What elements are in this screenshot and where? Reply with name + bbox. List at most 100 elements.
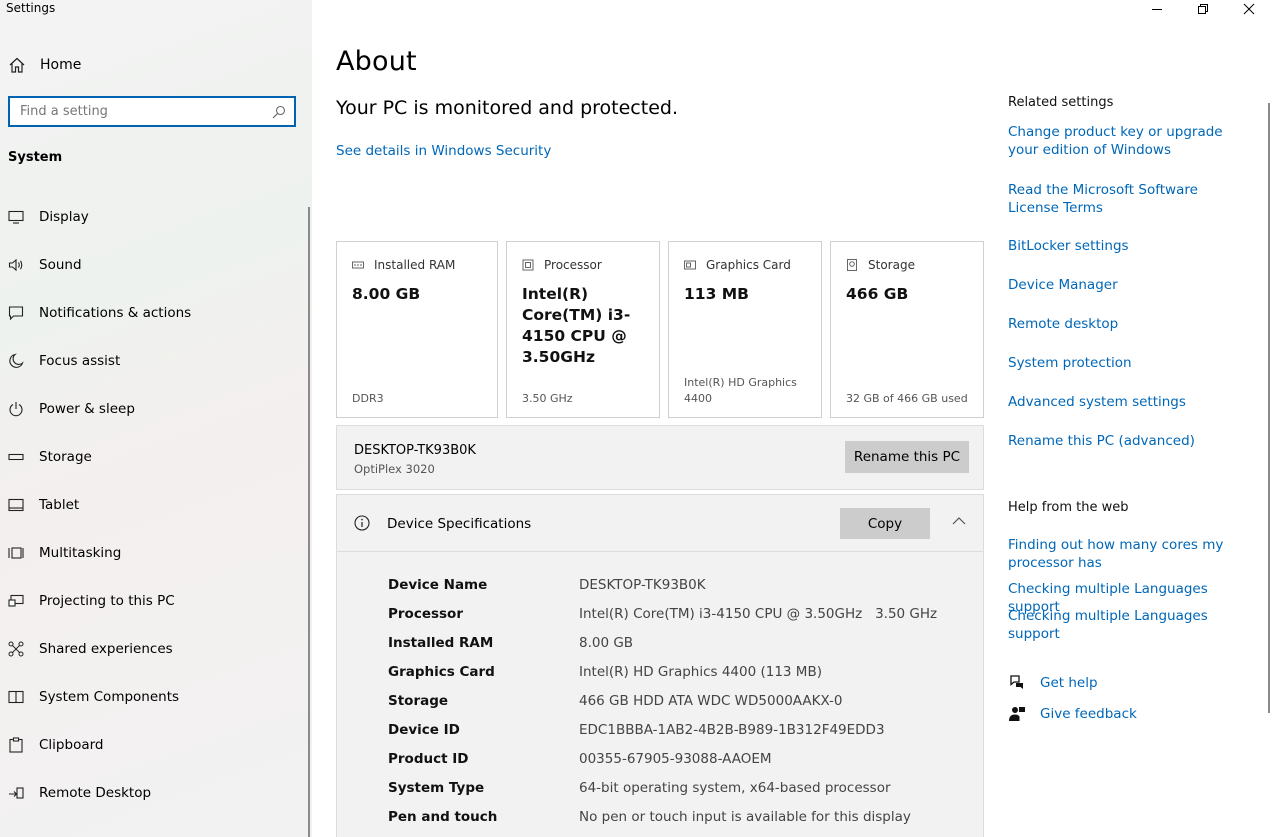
link-rename-pc-advanced[interactable]: Rename this PC (advanced) bbox=[1008, 432, 1253, 450]
search-input[interactable] bbox=[20, 104, 260, 119]
sidebar-item-remote-desktop[interactable]: Remote Desktop bbox=[0, 769, 312, 817]
pc-model: OptiPlex 3020 bbox=[354, 462, 435, 476]
card-value: 113 MB bbox=[684, 285, 749, 303]
link-device-manager[interactable]: Device Manager bbox=[1008, 276, 1253, 294]
sidebar-item-label: Multitasking bbox=[39, 545, 122, 561]
spec-value: 00355-67905-93088-AAOEM bbox=[579, 751, 772, 767]
shared-experiences-icon bbox=[8, 641, 24, 657]
card-value: 8.00 GB bbox=[352, 285, 421, 303]
link-languages-support-2[interactable]: Checking multiple Languages support bbox=[1008, 607, 1253, 643]
card-sub: 3.50 GHz bbox=[522, 392, 573, 405]
spec-value: 466 GB HDD ATA WDC WD5000AAKX-0 bbox=[579, 693, 843, 709]
minimize-button[interactable] bbox=[1134, 0, 1180, 18]
chevron-up-icon[interactable] bbox=[951, 513, 967, 529]
device-specifications-panel: Device Specifications Copy Device Name DE… bbox=[336, 494, 984, 837]
processor-icon bbox=[522, 259, 534, 271]
info-icon bbox=[354, 515, 370, 531]
close-button[interactable] bbox=[1226, 0, 1272, 18]
spec-value: Intel(R) HD Graphics 4400 (113 MB) bbox=[579, 664, 822, 680]
sidebar-item-focus-assist[interactable]: Focus assist bbox=[0, 337, 312, 385]
get-help-icon bbox=[1010, 675, 1023, 689]
card-sub: 32 GB of 466 GB used bbox=[846, 392, 968, 405]
card-value: 466 GB bbox=[846, 285, 909, 303]
graphics-card-icon bbox=[684, 260, 696, 270]
section-label-system: System bbox=[8, 150, 63, 165]
spec-value: 8.00 GB bbox=[579, 635, 634, 651]
sidebar-item-display[interactable]: Display bbox=[0, 193, 312, 241]
sidebar-item-label: Power & sleep bbox=[39, 401, 135, 417]
clipboard-icon bbox=[9, 737, 23, 753]
spec-row: Processor Intel(R) Core(TM) i3-4150 CPU @… bbox=[388, 606, 937, 635]
restore-button[interactable] bbox=[1180, 0, 1226, 18]
spec-key: Installed RAM bbox=[388, 635, 494, 651]
search-icon[interactable] bbox=[272, 105, 286, 119]
storage-icon bbox=[847, 259, 857, 271]
sidebar-item-sound[interactable]: Sound bbox=[0, 241, 312, 289]
display-icon bbox=[8, 210, 24, 224]
spec-row: Pen and touch No pen or touch input is av… bbox=[388, 809, 911, 837]
sidebar-item-label: System Components bbox=[39, 689, 180, 705]
sidebar-home[interactable]: Home bbox=[8, 54, 81, 76]
app-title: Settings bbox=[6, 1, 56, 15]
sidebar-item-multitasking[interactable]: Multitasking bbox=[0, 529, 312, 577]
pc-name-panel: DESKTOP-TK93B0K OptiPlex 3020 Rename thi… bbox=[336, 425, 984, 490]
power-icon bbox=[9, 402, 23, 417]
spec-row: Graphics Card Intel(R) HD Graphics 4400 (… bbox=[388, 664, 822, 693]
minimize-icon bbox=[1152, 9, 1162, 10]
link-bitlocker-settings[interactable]: BitLocker settings bbox=[1008, 237, 1253, 255]
copy-button[interactable]: Copy bbox=[840, 508, 930, 539]
spec-value: DESKTOP-TK93B0K bbox=[579, 577, 706, 593]
give-feedback[interactable]: Give feedback bbox=[1008, 705, 1137, 723]
sidebar-item-shared-experiences[interactable]: Shared experiences bbox=[0, 625, 312, 673]
link-license-terms[interactable]: Read the Microsoft Software License Term… bbox=[1008, 181, 1253, 217]
rename-pc-button[interactable]: Rename this PC bbox=[845, 441, 969, 473]
link-change-product-key[interactable]: Change product key or upgrade your editi… bbox=[1008, 123, 1253, 159]
link-system-protection[interactable]: System protection bbox=[1008, 354, 1253, 372]
sidebar-item-storage[interactable]: Storage bbox=[0, 433, 312, 481]
sidebar-item-label: Projecting to this PC bbox=[39, 593, 175, 609]
sidebar-item-notifications[interactable]: Notifications & actions bbox=[0, 289, 312, 337]
spec-value: No pen or touch input is available for t… bbox=[579, 809, 911, 825]
card-label: Installed RAM bbox=[374, 258, 456, 272]
link-cores[interactable]: Finding out how many cores my processor … bbox=[1008, 536, 1238, 572]
spec-row: Storage 466 GB HDD ATA WDC WD5000AAKX-0 bbox=[388, 693, 843, 722]
spec-key: Graphics Card bbox=[388, 664, 495, 680]
notifications-icon bbox=[8, 306, 24, 321]
card-installed-ram: Installed RAM 8.00 GB DDR3 bbox=[336, 241, 498, 418]
tablet-icon bbox=[8, 498, 24, 512]
windows-security-link[interactable]: See details in Windows Security bbox=[336, 143, 551, 159]
sidebar-item-tablet[interactable]: Tablet bbox=[0, 481, 312, 529]
main-scrollbar[interactable] bbox=[1268, 103, 1270, 713]
get-help-label: Get help bbox=[1040, 675, 1098, 691]
sidebar-item-power-sleep[interactable]: Power & sleep bbox=[0, 385, 312, 433]
sidebar-item-clipboard[interactable]: Clipboard bbox=[0, 721, 312, 769]
spec-key: Processor bbox=[388, 606, 463, 622]
link-remote-desktop[interactable]: Remote desktop bbox=[1008, 315, 1253, 333]
storage-icon bbox=[8, 453, 24, 461]
sidebar-item-projecting[interactable]: Projecting to this PC bbox=[0, 577, 312, 625]
sidebar: Settings Home System Display Sound Notif… bbox=[0, 0, 312, 837]
home-label: Home bbox=[40, 57, 82, 73]
pc-name: DESKTOP-TK93B0K bbox=[354, 443, 476, 458]
search-box[interactable] bbox=[8, 96, 296, 127]
home-icon bbox=[9, 57, 25, 73]
spec-value: Intel(R) Core(TM) i3-4150 CPU @ 3.50GHz … bbox=[579, 606, 938, 622]
help-from-web-title: Help from the web bbox=[1008, 500, 1129, 515]
spec-key: Storage bbox=[388, 693, 449, 709]
card-graphics-card: Graphics Card 113 MB Intel(R) HD Graphic… bbox=[668, 241, 822, 418]
device-specifications-header[interactable]: Device Specifications Copy bbox=[337, 495, 983, 552]
card-processor: Processor Intel(R) Core(TM) i3-4150 CPU … bbox=[506, 241, 660, 418]
remote-desktop-icon bbox=[9, 787, 24, 799]
spec-key: Pen and touch bbox=[388, 809, 498, 825]
card-label: Processor bbox=[544, 258, 602, 272]
card-label: Graphics Card bbox=[706, 258, 791, 272]
card-label: Storage bbox=[868, 258, 915, 272]
close-icon bbox=[1243, 3, 1255, 15]
sidebar-scrollbar[interactable] bbox=[308, 207, 310, 837]
sidebar-item-label: Display bbox=[39, 209, 89, 225]
sidebar-item-system-components[interactable]: System Components bbox=[0, 673, 312, 721]
sidebar-item-label: Focus assist bbox=[39, 353, 121, 369]
related-settings-title: Related settings bbox=[1008, 95, 1114, 110]
link-advanced-system-settings[interactable]: Advanced system settings bbox=[1008, 393, 1253, 411]
get-help[interactable]: Get help bbox=[1008, 674, 1098, 692]
